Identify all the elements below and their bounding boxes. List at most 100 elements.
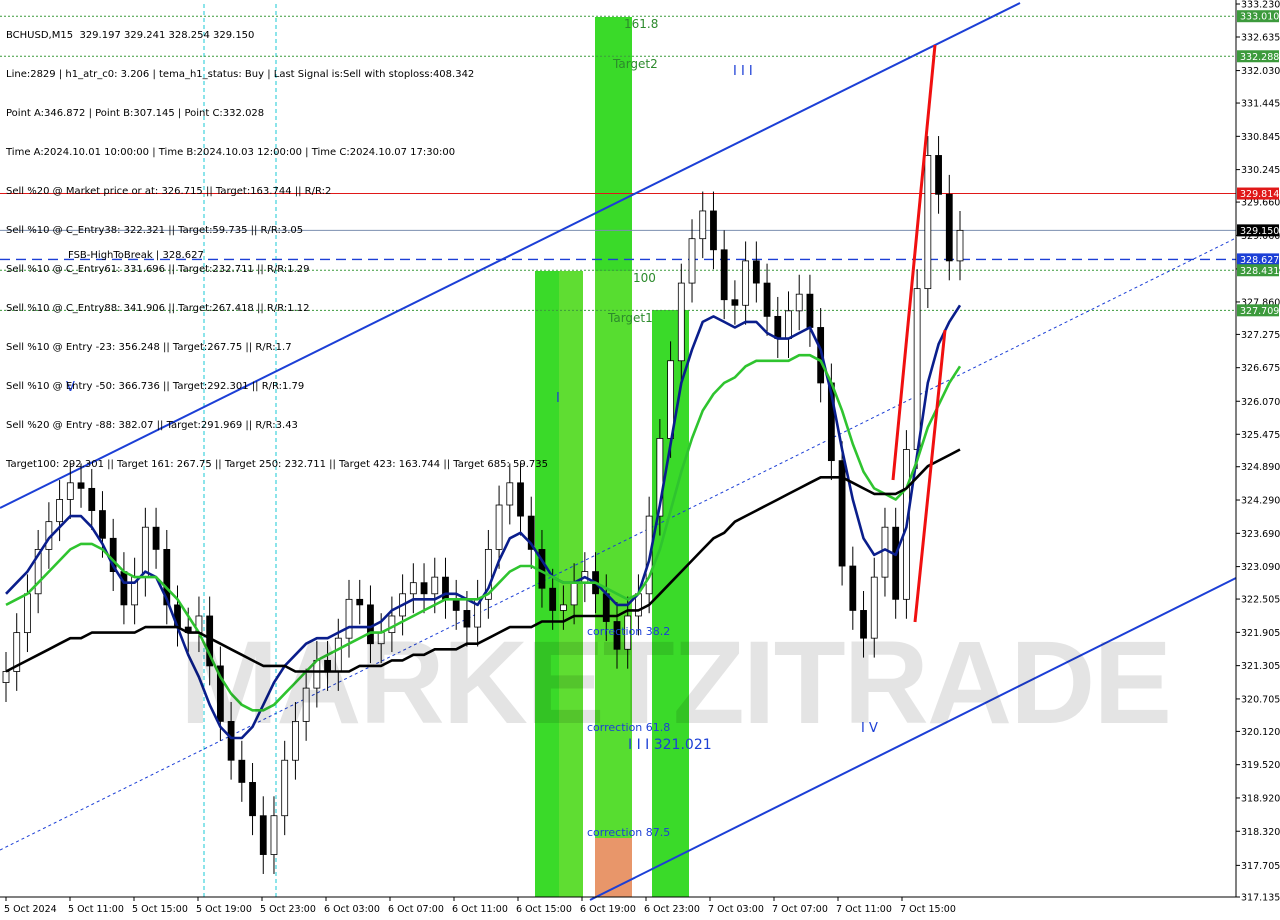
info-line: Sell %20 @ Entry -88: 382.07 || Target:2…: [6, 420, 298, 431]
candle-body: [720, 249, 728, 301]
chart-annotation-label: I: [556, 391, 560, 406]
watermark-text: MARKETZITRADE: [180, 617, 1172, 749]
chart-annotation-label: correction 87.5: [587, 826, 670, 839]
candle-body: [924, 155, 932, 290]
info-line: Sell %20 @ Market price or at: 326.715 |…: [6, 186, 332, 197]
candle-body: [259, 815, 267, 855]
symbol-label: BCHUSD,M15: [6, 30, 74, 41]
y-tick-label: 323.690: [1241, 529, 1280, 540]
y-tick-label: 320.705: [1241, 694, 1280, 705]
y-tick-label: 318.320: [1241, 827, 1280, 838]
candle-body: [731, 299, 739, 306]
candle-body: [752, 260, 760, 284]
y-tick-label: 332.635: [1241, 33, 1280, 44]
y-tick-label: 327.275: [1241, 330, 1280, 341]
info-line: Time A:2024.10.01 10:00:00 | Time B:2024…: [6, 147, 456, 158]
candle-body: [677, 282, 685, 362]
y-tick-label: 324.890: [1241, 462, 1280, 473]
x-tick-label: 6 Oct 07:00: [388, 904, 444, 915]
candle-body: [570, 582, 578, 606]
candle-body: [249, 782, 256, 817]
info-line: Sell %10 @ C_Entry61: 331.696 || Target:…: [6, 264, 310, 275]
y-tick-label: 317.705: [1241, 861, 1280, 872]
chart-info-panel: BCHUSD,M15 329.197 329.241 328.254 329.1…: [6, 3, 548, 497]
y-tick-label: 322.505: [1241, 595, 1280, 606]
price-badge-label: 327.709: [1240, 306, 1279, 317]
y-tick-label: 321.905: [1241, 628, 1280, 639]
info-line: Sell %10 @ C_Entry38: 322.321 || Target:…: [6, 225, 304, 236]
x-tick-label: 5 Oct 15:00: [132, 904, 188, 915]
y-tick-label: 332.030: [1241, 66, 1280, 77]
y-tick-label: 324.290: [1241, 496, 1280, 507]
candle-body: [763, 282, 771, 317]
candle-body: [409, 582, 417, 595]
candle-body: [945, 193, 953, 262]
symbol-line: BCHUSD,M15 329.197 329.241 328.254 329.1…: [6, 29, 548, 42]
x-tick-label: 6 Oct 11:00: [452, 904, 508, 915]
candle-body: [559, 604, 567, 611]
x-tick-label: 5 Oct 23:00: [260, 904, 316, 915]
x-tick-label: 7 Oct 07:00: [772, 904, 828, 915]
y-tick-label: 326.675: [1241, 363, 1280, 374]
x-tick-label: 6 Oct 15:00: [516, 904, 572, 915]
candle-body: [431, 576, 439, 595]
chart-annotation-label: Target1: [607, 311, 653, 325]
candle-body: [956, 229, 964, 262]
x-tick-label: 6 Oct 23:00: [644, 904, 700, 915]
candle-body: [495, 504, 503, 550]
x-tick-label: 5 Oct 11:00: [68, 904, 124, 915]
chart-annotation-label: 161.8: [624, 17, 658, 31]
y-tick-label: 330.845: [1241, 132, 1280, 143]
candle-body: [56, 499, 63, 523]
candle-body: [238, 759, 246, 783]
candle-body: [2, 671, 10, 683]
price-badge-label: 329.150: [1240, 226, 1279, 237]
candle-body: [795, 293, 803, 312]
chart-root: FSB-HighToBreak | 328.627 161.8 Target2 100…: [0, 0, 1280, 920]
x-tick-label: 7 Oct 03:00: [708, 904, 764, 915]
chart-annotation-label: I I I: [733, 64, 753, 79]
x-tick-label: 7 Oct 11:00: [836, 904, 892, 915]
price-badge-label: 332.288: [1240, 52, 1279, 63]
x-tick-label: 7 Oct 15:00: [900, 904, 956, 915]
info-line: Sell %10 @ C_Entry88: 341.906 || Target:…: [6, 303, 310, 314]
candle-body: [152, 526, 160, 550]
candle-body: [281, 759, 289, 817]
info-line: Point A:346.872 | Point B:307.145 | Poin…: [6, 108, 265, 119]
candle-body: [699, 210, 707, 240]
candle-body: [356, 598, 364, 606]
info-line: Line:2829 | h1_atr_c0: 3.206 | tema_h1_s…: [6, 69, 475, 80]
info-line: Target100: 292.301 || Target 161: 267.75…: [6, 459, 548, 470]
y-tick-label: 318.920: [1241, 793, 1280, 804]
candle-body: [806, 293, 814, 328]
price-badge-label: 329.814: [1240, 189, 1279, 200]
y-tick-label: 325.475: [1241, 430, 1280, 441]
candle-body: [99, 510, 106, 539]
candle-body: [549, 587, 557, 611]
y-tick-label: 323.090: [1241, 562, 1280, 573]
y-tick-label: 326.070: [1241, 397, 1280, 408]
x-tick-label: 5 Oct 2024: [4, 904, 57, 915]
candle-body: [452, 598, 460, 611]
info-line: Sell %10 @ Entry -23: 356.248 || Target:…: [6, 342, 292, 353]
candle-body: [785, 310, 792, 339]
candle-body: [892, 526, 900, 600]
y-tick-label: 330.245: [1241, 165, 1280, 176]
y-tick-label: 333.230: [1241, 0, 1280, 11]
candle-body: [742, 260, 750, 306]
candle-body: [774, 315, 782, 339]
price-badge-label: 328.627: [1240, 255, 1279, 266]
y-tick-label: 319.520: [1241, 760, 1280, 771]
y-tick-label: 317.135: [1241, 893, 1280, 904]
candle-body: [849, 565, 857, 611]
chart-annotation-label: Target2: [612, 57, 658, 71]
candle-body: [881, 526, 889, 578]
x-tick-label: 6 Oct 19:00: [580, 904, 636, 915]
candle-body: [935, 155, 942, 195]
chart-annotation-label: 100: [633, 271, 656, 285]
candle-body: [270, 815, 278, 855]
x-tick-label: 5 Oct 19:00: [196, 904, 252, 915]
y-tick-label: 320.120: [1241, 727, 1280, 738]
y-tick-label: 331.445: [1241, 99, 1280, 110]
x-tick-label: 6 Oct 03:00: [324, 904, 380, 915]
